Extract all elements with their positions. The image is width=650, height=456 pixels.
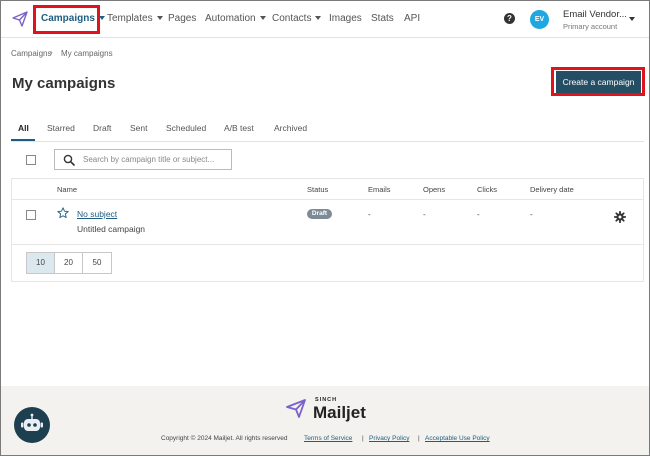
select-all-checkbox[interactable] (26, 155, 36, 165)
account-name[interactable]: Email Vendor... (563, 9, 627, 20)
pagination: 10 20 50 (26, 252, 112, 274)
nav-automation-label: Automation (205, 13, 256, 24)
footer-separator: | (418, 435, 420, 442)
tab-bar: All Starred Draft Sent Scheduled A/B tes… (1, 123, 649, 141)
nav-stats-label: Stats (371, 13, 394, 24)
search-placeholder: Search by campaign title or subject... (83, 155, 215, 164)
page-title: My campaigns (12, 75, 116, 92)
nav-templates[interactable]: Templates (107, 13, 163, 24)
emails-value: - (368, 210, 371, 219)
app-window: Campaigns Templates Pages Automation Con… (0, 0, 650, 456)
highlight-create (551, 67, 645, 96)
campaign-title: Untitled campaign (77, 224, 146, 234)
column-header-emails: Emails (368, 185, 391, 194)
tab-scheduled[interactable]: Scheduled (166, 123, 206, 133)
nav-pages[interactable]: Pages (168, 13, 196, 24)
clicks-value: - (477, 210, 480, 219)
nav-stats[interactable]: Stats (371, 13, 394, 24)
breadcrumb-current: My campaigns (61, 49, 113, 58)
mailjet-logo-icon (286, 399, 306, 418)
tab-starred[interactable]: Starred (47, 123, 75, 133)
avatar[interactable]: EV (530, 10, 549, 29)
terms-of-service-link[interactable]: Terms of Service (304, 435, 352, 442)
page-size-50[interactable]: 50 (83, 253, 111, 273)
column-header-clicks: Clicks (477, 185, 497, 194)
tab-all[interactable]: All (18, 123, 29, 133)
tab-archived[interactable]: Archived (274, 123, 307, 133)
mailjet-wordmark: Mailjet (313, 403, 366, 422)
nav-pages-label: Pages (168, 13, 197, 24)
search-icon (63, 154, 75, 166)
opens-value: - (423, 210, 426, 219)
highlight-campaigns (33, 5, 100, 34)
search-field[interactable]: Search by campaign title or subject... (54, 149, 232, 170)
tab-divider (11, 141, 644, 142)
column-header-opens: Opens (423, 185, 446, 194)
nav-images-label: Images (329, 13, 362, 24)
chevron-down-icon[interactable] (629, 17, 635, 21)
privacy-policy-link[interactable]: Privacy Policy (369, 435, 409, 442)
help-icon[interactable]: ? (504, 13, 515, 24)
breadcrumb-separator: › (50, 48, 53, 57)
row-checkbox[interactable] (26, 210, 36, 220)
tab-sent[interactable]: Sent (130, 123, 148, 133)
page-size-20[interactable]: 20 (55, 253, 83, 273)
nav-images[interactable]: Images (329, 13, 362, 24)
copyright-text: Copyright © 2024 Mailjet. All rights res… (161, 435, 288, 442)
send-logo-icon[interactable] (11, 10, 29, 28)
nav-api[interactable]: API (404, 13, 420, 24)
row-divider (11, 244, 644, 245)
star-icon[interactable] (57, 207, 69, 219)
delivery-date-value: - (530, 210, 533, 219)
nav-automation[interactable]: Automation (205, 13, 266, 24)
table-header-divider (11, 199, 644, 200)
gear-icon[interactable] (614, 211, 626, 223)
status-badge: Draft (307, 209, 332, 219)
chevron-down-icon (156, 16, 163, 20)
nav-contacts-label: Contacts (272, 13, 312, 24)
nav-templates-label: Templates (107, 13, 153, 24)
nav-contacts[interactable]: Contacts (272, 13, 322, 24)
chevron-down-icon (315, 16, 322, 20)
footer-separator: | (362, 435, 364, 442)
breadcrumb-root[interactable]: Campaigns (11, 49, 51, 58)
tab-ab-test[interactable]: A/B test (224, 123, 254, 133)
page-size-10[interactable]: 10 (27, 253, 55, 273)
nav-api-label: API (404, 13, 421, 24)
column-header-name: Name (57, 185, 78, 194)
column-header-status: Status (307, 185, 329, 194)
tab-draft[interactable]: Draft (93, 123, 111, 133)
chatbot-button[interactable] (14, 407, 50, 443)
acceptable-use-policy-link[interactable]: Acceptable Use Policy (425, 435, 490, 442)
account-subtitle: Primary account (563, 22, 618, 31)
chatbot-icon (21, 413, 43, 431)
chevron-down-icon (259, 16, 266, 20)
column-header-delivery-date: Delivery date (530, 185, 574, 194)
campaign-subject-link[interactable]: No subject (77, 209, 117, 219)
